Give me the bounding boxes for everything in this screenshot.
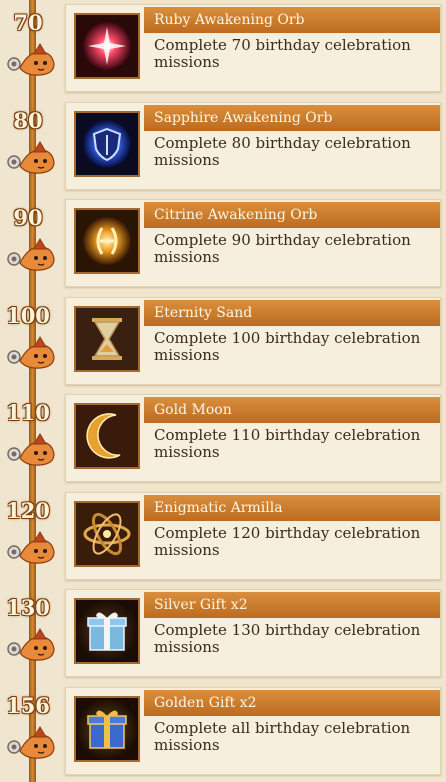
reward-row-120: 120 Enigmatic Armilla Complete 120 birth…	[0, 490, 446, 580]
reward-title: Citrine Awakening Orb	[144, 202, 440, 228]
reward-card: Ruby Awakening Orb Complete 70 birthday …	[65, 4, 441, 92]
reward-row-130: 130 Silver Gift x2 Complete 130 birthday…	[0, 587, 446, 677]
milestone-number: 130	[6, 595, 50, 620]
mascot-icon	[7, 433, 55, 466]
reward-title: Golden Gift x2	[144, 690, 440, 716]
reward-card: Eternity Sand Complete 100 birthday cele…	[65, 297, 441, 385]
reward-row-80: 80 Sapphire Awakening Orb Complete 80 bi…	[0, 100, 446, 190]
mascot-icon	[7, 141, 55, 174]
reward-row-90: 90 Citrine Awakening Orb Complete 90 bir…	[0, 197, 446, 287]
milestone-number: 156	[6, 693, 50, 718]
gold-moon-icon	[74, 403, 140, 469]
milestone-number: 120	[6, 498, 50, 523]
silver-gift-icon	[74, 598, 140, 664]
reward-title: Eternity Sand	[144, 300, 440, 326]
reward-card: Citrine Awakening Orb Complete 90 birthd…	[65, 199, 441, 287]
mascot-icon	[7, 531, 55, 564]
reward-row-100: 100 Eternity Sand Complete 100 birthday …	[0, 295, 446, 385]
reward-card: Silver Gift x2 Complete 130 birthday cel…	[65, 589, 441, 677]
reward-row-70: 70 Ruby Awakening Orb Complete 70 birthd…	[0, 2, 446, 92]
reward-title: Silver Gift x2	[144, 592, 440, 618]
milestone-number: 110	[6, 400, 50, 425]
armillary-sphere-icon	[74, 501, 140, 567]
mascot-icon	[7, 336, 55, 369]
ruby-orb-icon	[74, 13, 140, 79]
mascot-icon	[7, 726, 55, 759]
milestone-number: 90	[13, 205, 43, 230]
milestone-number: 100	[6, 303, 50, 328]
sapphire-orb-icon	[74, 111, 140, 177]
citrine-orb-icon	[74, 208, 140, 274]
reward-description: Complete all birthday celebration missio…	[154, 719, 411, 754]
reward-row-110: 110 Gold Moon Complete 110 birthday cele…	[0, 392, 446, 482]
reward-description: Complete 120 birthday celebration missio…	[154, 524, 421, 559]
reward-title: Gold Moon	[144, 397, 440, 423]
reward-description: Complete 110 birthday celebration missio…	[154, 426, 421, 461]
reward-title: Ruby Awakening Orb	[144, 7, 440, 33]
reward-description: Complete 100 birthday celebration missio…	[154, 329, 421, 364]
reward-card: Sapphire Awakening Orb Complete 80 birth…	[65, 102, 441, 190]
reward-description: Complete 80 birthday celebration mission…	[154, 134, 411, 169]
reward-title: Sapphire Awakening Orb	[144, 105, 440, 131]
reward-card: Golden Gift x2 Complete all birthday cel…	[65, 687, 441, 775]
reward-card: Enigmatic Armilla Complete 120 birthday …	[65, 492, 441, 580]
reward-title: Enigmatic Armilla	[144, 495, 440, 521]
reward-description: Complete 130 birthday celebration missio…	[154, 621, 421, 656]
mascot-icon	[7, 43, 55, 76]
reward-description: Complete 90 birthday celebration mission…	[154, 231, 411, 266]
milestone-number: 80	[13, 108, 43, 133]
mascot-icon	[7, 628, 55, 661]
mascot-icon	[7, 238, 55, 271]
hourglass-icon	[74, 306, 140, 372]
reward-row-156: 156 Golden Gift x2 Complete all birthday…	[0, 685, 446, 775]
golden-gift-icon	[74, 696, 140, 762]
milestone-number: 70	[13, 10, 43, 35]
reward-description: Complete 70 birthday celebration mission…	[154, 36, 411, 71]
reward-card: Gold Moon Complete 110 birthday celebrat…	[65, 394, 441, 482]
